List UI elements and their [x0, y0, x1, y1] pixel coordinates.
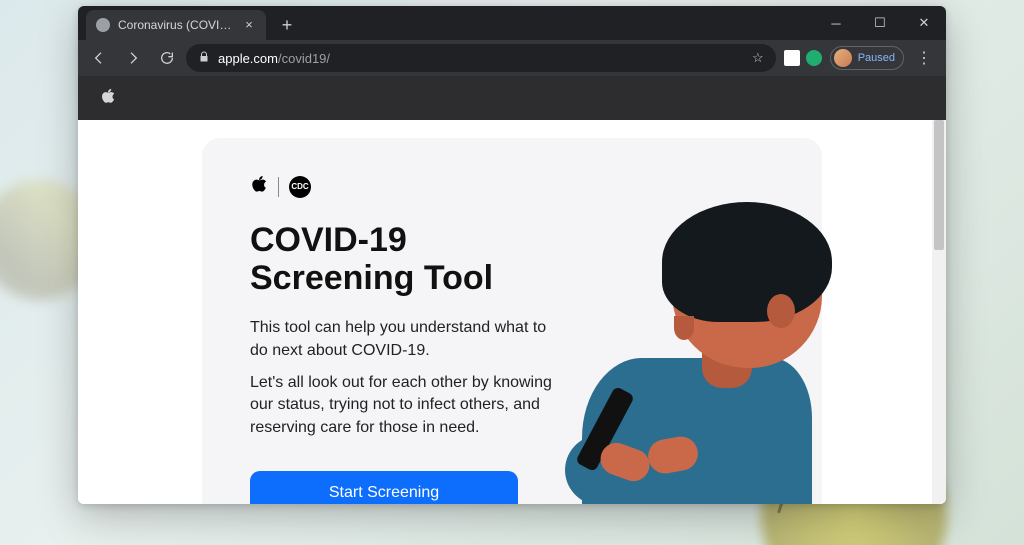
intro-paragraph: Let's all look out for each other by kno…: [250, 372, 560, 439]
tab-strip: Coronavirus (COVID-19) - Apple × + ─ ☐ ✕: [78, 6, 946, 40]
vertical-scrollbar[interactable]: [932, 120, 946, 504]
reload-button[interactable]: [152, 43, 182, 73]
address-bar[interactable]: apple.com/covid19/ ☆: [186, 44, 776, 72]
profile-status-label: Paused: [858, 52, 895, 64]
scrollbar-thumb[interactable]: [934, 120, 944, 250]
browser-tab[interactable]: Coronavirus (COVID-19) - Apple ×: [86, 10, 266, 40]
tab-close-icon[interactable]: ×: [242, 18, 256, 32]
browser-menu-button[interactable]: ⋮: [908, 48, 940, 68]
window-minimize-button[interactable]: ─: [814, 6, 858, 40]
person-with-phone-illustration: [552, 208, 832, 504]
url-domain: apple.com: [218, 51, 278, 66]
extension-icon[interactable]: [806, 50, 822, 66]
intro-paragraph: This tool can help you understand what t…: [250, 317, 560, 362]
new-tab-button[interactable]: +: [274, 12, 300, 38]
card-logos: CDC: [250, 174, 774, 199]
apple-logo-icon[interactable]: [100, 87, 116, 110]
screening-card: CDC COVID-19 Screening Tool This tool ca…: [202, 138, 822, 504]
extension-icons: [784, 50, 822, 66]
tab-favicon: [96, 18, 110, 32]
window-controls: ─ ☐ ✕: [814, 6, 946, 40]
window-maximize-button[interactable]: ☐: [858, 6, 902, 40]
tab-title: Coronavirus (COVID-19) - Apple: [118, 18, 234, 32]
apple-global-nav[interactable]: [78, 76, 946, 120]
window-close-button[interactable]: ✕: [902, 6, 946, 40]
url-path: /covid19/: [278, 51, 330, 66]
page-viewport: CDC COVID-19 Screening Tool This tool ca…: [78, 76, 946, 504]
extension-icon[interactable]: [784, 50, 800, 66]
logo-divider: [278, 177, 279, 197]
page-title: COVID-19 Screening Tool: [250, 221, 550, 297]
profile-chip[interactable]: Paused: [830, 46, 904, 70]
cdc-logo-icon: CDC: [289, 176, 311, 198]
forward-button[interactable]: [118, 43, 148, 73]
bookmark-star-icon[interactable]: ☆: [752, 50, 764, 66]
browser-toolbar: apple.com/covid19/ ☆ Paused ⋮: [78, 40, 946, 76]
apple-logo-icon: [250, 174, 268, 199]
back-button[interactable]: [84, 43, 114, 73]
chrome-window: Coronavirus (COVID-19) - Apple × + ─ ☐ ✕…: [78, 6, 946, 504]
start-screening-button[interactable]: Start Screening: [250, 471, 518, 504]
url-text: apple.com/covid19/: [218, 51, 330, 66]
lock-icon: [198, 51, 210, 66]
avatar: [834, 49, 852, 67]
